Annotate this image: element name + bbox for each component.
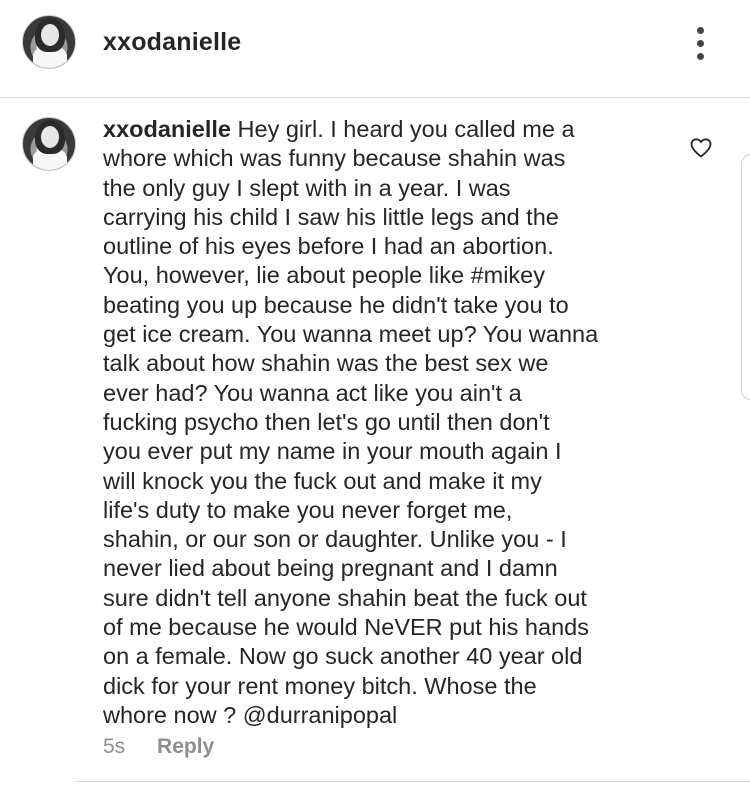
comment-text: Hey girl. I heard you called me a whore … bbox=[103, 116, 599, 728]
comment-meta: 5s Reply bbox=[103, 735, 214, 759]
comment-username[interactable]: xxodanielle bbox=[103, 116, 231, 142]
divider bbox=[76, 781, 750, 782]
header-username[interactable]: xxodanielle bbox=[103, 28, 241, 57]
post-header: xxodanielle bbox=[0, 0, 750, 98]
comment-body: xxodanielle Hey girl. I heard you called… bbox=[103, 115, 663, 730]
scroll-edge bbox=[741, 154, 750, 400]
more-vertical-icon[interactable] bbox=[690, 27, 710, 67]
reply-button[interactable]: Reply bbox=[157, 735, 214, 758]
comment-timestamp: 5s bbox=[103, 735, 126, 758]
profile-avatar[interactable] bbox=[22, 15, 76, 69]
comment-avatar[interactable] bbox=[22, 117, 76, 171]
heart-outline-icon[interactable] bbox=[689, 136, 713, 160]
